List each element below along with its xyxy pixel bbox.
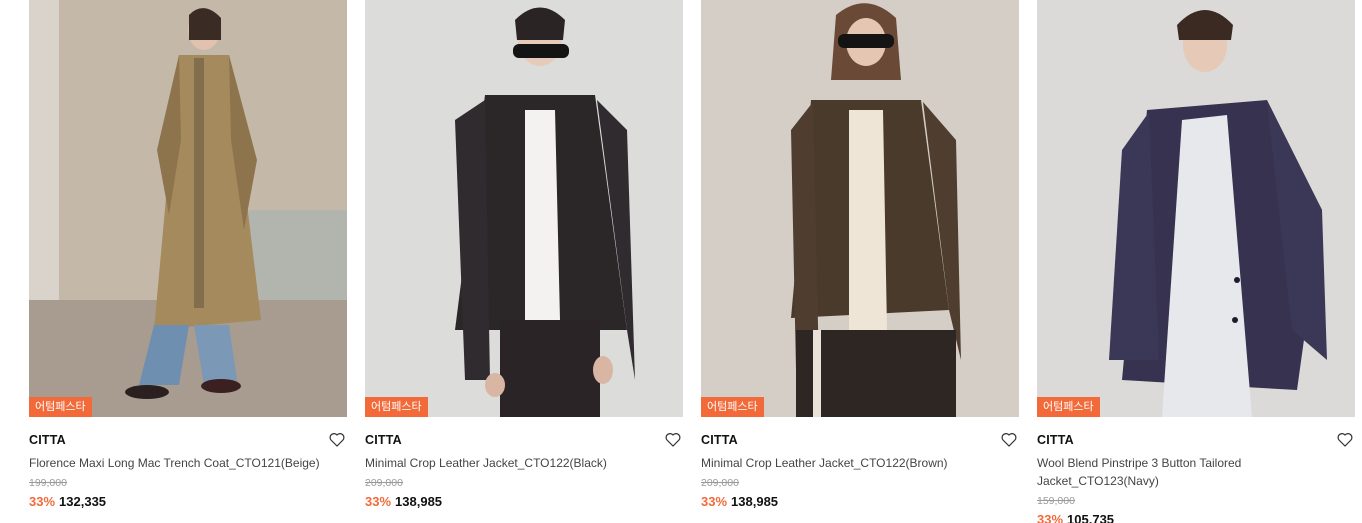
sale-price: 105,735: [1067, 512, 1115, 523]
sale-price: 138,985: [731, 494, 779, 509]
product-card[interactable]: 어텀페스타 CITTA Wool Blend Pinstripe 3 Butto…: [1037, 0, 1355, 523]
heart-outline-icon[interactable]: [1001, 432, 1017, 447]
promo-badge: 어텀페스타: [365, 397, 428, 417]
product-name[interactable]: Wool Blend Pinstripe 3 Button Tailored J…: [1037, 454, 1337, 490]
promo-badge: 어텀페스타: [1037, 397, 1100, 417]
promo-badge: 어텀페스타: [29, 397, 92, 417]
discount-rate: 33%: [701, 494, 728, 509]
product-card[interactable]: 어텀페스타 CITTA Minimal Crop Leather Jacket_…: [365, 0, 683, 523]
sale-price: 138,985: [395, 494, 443, 509]
original-price: 199,000: [29, 477, 67, 489]
original-price: 209,000: [365, 477, 403, 489]
original-price: 209,000: [701, 477, 739, 489]
discount-rate: 33%: [1037, 512, 1064, 523]
discount-rate: 33%: [29, 494, 56, 509]
product-image[interactable]: 어텀페스타: [1037, 0, 1355, 417]
product-card[interactable]: 어텀페스타 CITTA Minimal Crop Leather Jacket_…: [701, 0, 1019, 523]
product-name[interactable]: Minimal Crop Leather Jacket_CTO122(Brown…: [701, 454, 1001, 472]
promo-badge: 어텀페스타: [701, 397, 764, 417]
product-name[interactable]: Florence Maxi Long Mac Trench Coat_CTO12…: [29, 454, 329, 472]
product-card[interactable]: 어텀페스타 CITTA Florence Maxi Long Mac Trenc…: [29, 0, 347, 523]
product-image[interactable]: 어텀페스타: [701, 0, 1019, 417]
brand-name[interactable]: CITTA: [701, 430, 1019, 450]
product-name[interactable]: Minimal Crop Leather Jacket_CTO122(Black…: [365, 454, 665, 472]
heart-outline-icon[interactable]: [1337, 432, 1353, 447]
brand-name[interactable]: CITTA: [1037, 430, 1355, 450]
heart-outline-icon[interactable]: [329, 432, 345, 447]
heart-outline-icon[interactable]: [665, 432, 681, 447]
product-grid: 어텀페스타 CITTA Florence Maxi Long Mac Trenc…: [29, 0, 1355, 523]
original-price: 159,000: [1037, 495, 1075, 507]
brand-name[interactable]: CITTA: [365, 430, 683, 450]
discount-rate: 33%: [365, 494, 392, 509]
product-image[interactable]: 어텀페스타: [365, 0, 683, 417]
brand-name[interactable]: CITTA: [29, 430, 347, 450]
sale-price: 132,335: [59, 494, 107, 509]
product-image[interactable]: 어텀페스타: [29, 0, 347, 417]
